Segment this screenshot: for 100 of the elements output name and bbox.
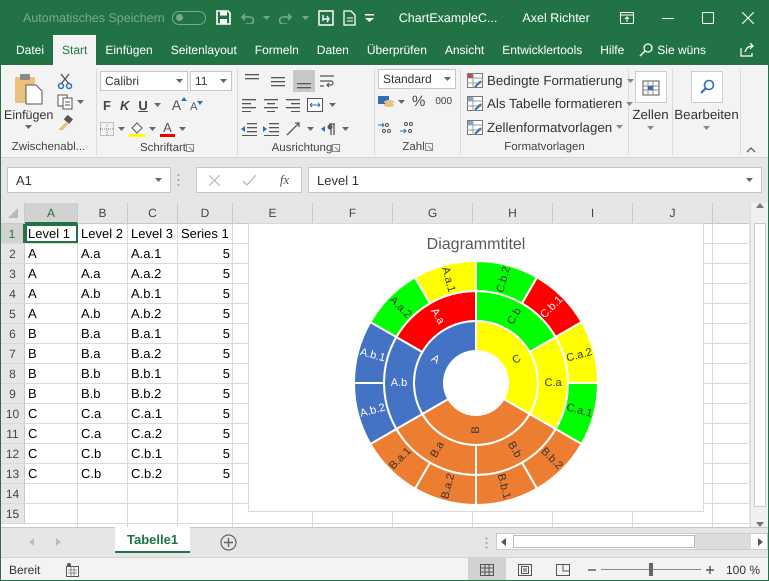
add-sheet-icon[interactable]: [220, 534, 238, 551]
caret-icon[interactable]: [444, 77, 451, 82]
caret-icon[interactable]: [155, 178, 162, 182]
font-name-field[interactable]: Calibri: [100, 71, 188, 91]
caret-icon[interactable]: [329, 103, 336, 107]
caret-icon[interactable]: [703, 126, 710, 130]
maximize-icon[interactable]: [702, 12, 714, 24]
autosave-toggle[interactable]: [172, 10, 206, 24]
format-painter-icon[interactable]: [57, 114, 74, 131]
row-header[interactable]: 12: [1, 444, 25, 463]
font-style-button[interactable]: F: [100, 95, 114, 115]
column-header[interactable]: E: [233, 203, 313, 224]
dialog-launcher-icon[interactable]: [424, 143, 433, 151]
row-header[interactable]: 5: [1, 304, 25, 323]
caret-icon[interactable]: [398, 100, 405, 104]
styles-button[interactable]: Als Tabelle formatieren: [487, 96, 622, 112]
row-header[interactable]: 4: [1, 284, 25, 303]
ribbon-tab[interactable]: Seitenlayout: [162, 35, 246, 65]
caret-icon[interactable]: [118, 127, 125, 131]
align-left-icon[interactable]: [241, 98, 257, 112]
column-header[interactable]: B: [78, 203, 128, 224]
caret-icon[interactable]: [307, 127, 314, 131]
font-size-field[interactable]: 11: [190, 71, 232, 91]
caret-icon[interactable]: [77, 100, 84, 104]
merge-cells-icon[interactable]: [307, 98, 323, 112]
font-style-button[interactable]: U: [135, 95, 151, 115]
fill-color-icon[interactable]: [129, 121, 145, 137]
tell-me-field[interactable]: Sie wüns: [657, 43, 706, 57]
row-header[interactable]: 2: [1, 244, 25, 263]
caret-icon[interactable]: [176, 79, 183, 83]
ribbon-tab[interactable]: Überprüfen: [358, 35, 436, 65]
caret-icon[interactable]: [154, 103, 161, 107]
close-icon[interactable]: [742, 12, 754, 24]
wrap-text-icon[interactable]: [319, 73, 335, 89]
document-icon[interactable]: [342, 10, 356, 26]
slider-thumb[interactable]: [648, 563, 653, 576]
borders-icon[interactable]: [100, 122, 114, 136]
caret-icon[interactable]: [179, 127, 186, 131]
ribbon-tab[interactable]: Datei: [7, 35, 54, 65]
row-header[interactable]: 1: [1, 224, 25, 243]
row-header[interactable]: 13: [1, 464, 25, 483]
grow-font-button[interactable]: A: [172, 97, 188, 113]
scrollbar-thumb[interactable]: [513, 535, 696, 548]
ribbon-tab[interactable]: Entwicklertools: [493, 35, 592, 65]
horizontal-scrollbar[interactable]: [496, 533, 768, 550]
caret-icon[interactable]: [626, 78, 634, 83]
share-icon[interactable]: [740, 43, 756, 57]
increase-decimal-icon[interactable]: [378, 120, 394, 134]
paste-button[interactable]: Einfügen: [4, 108, 54, 122]
formula-field[interactable]: Level 1: [308, 167, 762, 193]
search-icon[interactable]: [639, 43, 654, 57]
column-header[interactable]: C: [128, 203, 178, 224]
clipboard-icon[interactable]: [14, 73, 44, 105]
align-right-icon[interactable]: [285, 98, 301, 112]
ribbon-tab[interactable]: Einfügen: [96, 35, 162, 65]
row-header[interactable]: 15: [1, 504, 25, 523]
font-style-button[interactable]: K: [116, 95, 132, 115]
row-header[interactable]: 6: [1, 324, 25, 343]
caret-icon[interactable]: [626, 102, 634, 106]
ribbon-tab[interactable]: Start: [53, 35, 96, 65]
row-header[interactable]: 8: [1, 364, 25, 383]
styles-button[interactable]: Bedingte Formatierung: [487, 73, 623, 88]
sheet-tab[interactable]: Tabelle1: [115, 527, 190, 553]
thousands-button[interactable]: 000: [432, 92, 456, 112]
row-header[interactable]: 9: [1, 384, 25, 403]
ribbon-tab[interactable]: Ansicht: [436, 35, 494, 65]
caret-icon[interactable]: [746, 178, 753, 182]
check-icon[interactable]: [243, 174, 256, 186]
row-header[interactable]: 14: [1, 484, 25, 503]
ribbon-tab[interactable]: Formeln: [246, 35, 308, 65]
number-format-field[interactable]: Standard: [378, 69, 456, 90]
dialog-launcher-icon[interactable]: [332, 144, 340, 152]
scroll-right-icon[interactable]: [758, 538, 763, 546]
cell-styles-icon[interactable]: [467, 120, 483, 135]
caret-icon[interactable]: [220, 79, 227, 83]
macro-record-icon[interactable]: [66, 562, 80, 576]
currency-icon[interactable]: [378, 94, 394, 109]
view-button[interactable]: [468, 558, 506, 580]
conditional-format-icon[interactable]: [467, 73, 483, 88]
orientation-icon[interactable]: [285, 121, 301, 137]
increase-indent-icon[interactable]: [263, 122, 279, 136]
text-direction-icon[interactable]: [320, 122, 336, 136]
scrollbar-thumb[interactable]: [754, 223, 766, 507]
percent-button[interactable]: %: [409, 92, 428, 112]
align-center-icon[interactable]: [263, 98, 279, 112]
editing-button[interactable]: Bearbeiten: [674, 107, 739, 122]
cells-icon[interactable]: [642, 78, 660, 96]
copy-icon[interactable]: [57, 94, 74, 110]
font-color-button[interactable]: A: [160, 121, 175, 137]
styles-button[interactable]: Zellenformatvorlagen: [487, 120, 612, 135]
caret-icon[interactable]: [25, 125, 32, 129]
table-format-icon[interactable]: [467, 96, 483, 112]
ribbon-tab[interactable]: Daten: [308, 35, 358, 65]
caret-icon[interactable]: [149, 127, 156, 131]
search-icon[interactable]: [698, 79, 714, 95]
column-header[interactable]: D: [178, 203, 233, 224]
row-header[interactable]: 7: [1, 344, 25, 363]
caret-icon[interactable]: [616, 125, 624, 130]
name-box[interactable]: A1: [7, 167, 171, 193]
scissors-icon[interactable]: [57, 73, 74, 90]
